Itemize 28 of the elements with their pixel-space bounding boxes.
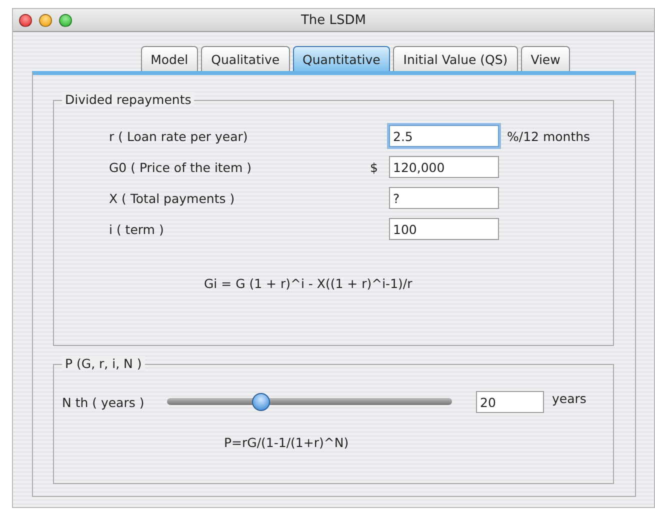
group-title: P (G, r, i, N ) [62,356,145,371]
field-label: G0 ( Price of the item ) [109,160,253,174]
zoom-button[interactable] [59,14,72,26]
minimize-button[interactable] [39,14,52,26]
field-label: X ( Total payments ) [109,190,236,206]
field-label: r ( Loan rate per year) [109,128,249,144]
unit-label: years [552,390,586,406]
close-button[interactable] [19,14,32,26]
slider-thumb[interactable] [252,393,270,411]
formula-text: P=rG/(1-1/(1+r)^N) [224,435,349,450]
tab[interactable]: Quantitative [292,46,390,71]
slider[interactable] [167,393,452,411]
input-field[interactable]: 100 [389,218,499,240]
tab[interactable]: Qualitative [201,46,290,71]
formula-text: Gi = G (1 + r)^i - X((1 + r)^i-1)/r [204,276,412,291]
input-field[interactable]: 120,000 [389,156,499,178]
input-field[interactable]: 2.5 [389,125,499,147]
currency-label: $ [370,160,378,174]
slider-label: N th ( years ) [62,394,146,410]
input-field[interactable]: 20 [476,391,544,413]
window-title: The LSDM [300,12,366,28]
tab[interactable]: Model [140,46,198,71]
tab[interactable]: Initial Value (QS) [393,46,518,71]
group-title: Divided repayments [62,92,194,107]
input-field[interactable]: ? [389,187,499,209]
field-label: i ( term ) [109,222,165,236]
tab[interactable]: View [520,46,570,71]
unit-label: %/12 months [507,128,590,144]
